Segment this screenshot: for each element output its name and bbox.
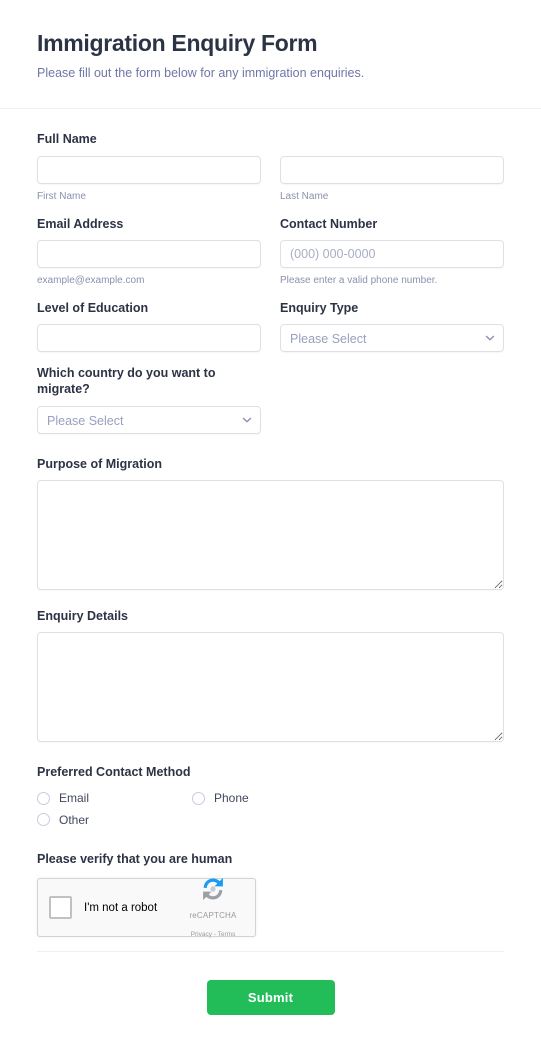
form-footer: Submit xyxy=(37,951,504,1045)
field-level-of-education: Level of Education xyxy=(37,300,261,353)
enquiry-type-select[interactable]: Please Select xyxy=(280,324,504,353)
last-name-input[interactable] xyxy=(280,155,504,184)
recaptcha-privacy-terms[interactable]: Privacy - Terms xyxy=(191,931,236,938)
level-of-education-label: Level of Education xyxy=(37,300,149,315)
field-country: Which country do you want to migrate? Pl… xyxy=(37,365,261,434)
enquiry-details-label: Enquiry Details xyxy=(37,608,128,623)
contact-number-input[interactable] xyxy=(280,239,504,268)
immigration-enquiry-form-page: Immigration Enquiry Form Please fill out… xyxy=(0,0,541,1045)
form-header: Immigration Enquiry Form Please fill out… xyxy=(0,0,541,110)
education-enquiry-row: Level of Education Enquiry Type Please S… xyxy=(37,300,504,365)
form-body: Full Name First Name Last Name Email Add… xyxy=(0,109,541,1045)
field-enquiry-details: Enquiry Details xyxy=(37,608,504,743)
level-of-education-input[interactable] xyxy=(37,324,261,353)
first-name-input[interactable] xyxy=(37,155,261,184)
full-name-label: Full Name xyxy=(37,132,97,147)
enquiry-type-label: Enquiry Type xyxy=(280,300,359,315)
radio-option-phone[interactable]: Phone xyxy=(192,791,347,805)
radio-label: Email xyxy=(59,791,90,806)
field-email-address: Email Address example@example.com xyxy=(37,216,261,287)
full-name-row: First Name Last Name xyxy=(37,155,504,203)
page-subtitle: Please fill out the form below for any i… xyxy=(37,66,365,81)
field-preferred-contact-method: Preferred Contact Method Email Phone Oth… xyxy=(37,764,504,834)
radio-circle-icon xyxy=(37,792,50,805)
field-contact-number: Contact Number Please enter a valid phon… xyxy=(280,216,504,287)
last-name-group: Last Name xyxy=(280,155,504,203)
recaptcha-logo-icon xyxy=(203,877,223,900)
preferred-contact-method-radio-group: Email Phone Other xyxy=(37,791,357,834)
purpose-of-migration-textarea[interactable] xyxy=(37,479,504,590)
last-name-sublabel: Last Name xyxy=(280,190,329,202)
country-select-wrap: Please Select xyxy=(37,405,261,434)
purpose-of-migration-label: Purpose of Migration xyxy=(37,456,162,471)
recaptcha-checkbox-label: I'm not a robot xyxy=(84,901,158,914)
country-select[interactable]: Please Select xyxy=(37,405,261,434)
radio-label: Other xyxy=(59,812,90,827)
first-name-group: First Name xyxy=(37,155,261,203)
captcha-label: Please verify that you are human xyxy=(37,852,233,867)
email-contact-row: Email Address example@example.com Contac… xyxy=(37,216,504,300)
radio-circle-icon xyxy=(192,792,205,805)
first-name-sublabel: First Name xyxy=(37,190,86,202)
recaptcha-widget[interactable]: I'm not a robot reCAPTCHA Privacy - Term… xyxy=(37,877,256,938)
email-address-input[interactable] xyxy=(37,239,261,268)
preferred-contact-method-label: Preferred Contact Method xyxy=(37,765,191,780)
submit-button[interactable]: Submit xyxy=(206,980,335,1016)
page-title: Immigration Enquiry Form xyxy=(37,30,318,56)
radio-circle-icon xyxy=(37,813,50,827)
country-row: Which country do you want to migrate? Pl… xyxy=(37,365,504,447)
email-address-label: Email Address xyxy=(37,216,124,231)
country-label: Which country do you want to migrate? xyxy=(37,366,216,397)
recaptcha-checkbox[interactable] xyxy=(49,896,72,920)
field-purpose-of-migration: Purpose of Migration xyxy=(37,456,504,590)
field-enquiry-type: Enquiry Type Please Select xyxy=(280,300,504,353)
radio-option-other[interactable]: Other xyxy=(37,813,192,827)
radio-label: Phone xyxy=(214,791,249,806)
enquiry-type-select-wrap: Please Select xyxy=(280,324,504,353)
email-address-sublabel: example@example.com xyxy=(37,274,145,286)
field-full-name: Full Name First Name Last Name xyxy=(37,131,504,202)
recaptcha-branding: reCAPTCHA Privacy - Terms xyxy=(182,875,244,941)
contact-number-label: Contact Number xyxy=(280,216,378,231)
field-captcha: Please verify that you are human I'm not… xyxy=(37,851,504,938)
contact-number-sublabel: Please enter a valid phone number. xyxy=(280,274,438,286)
recaptcha-brand-name: reCAPTCHA xyxy=(189,910,237,920)
radio-option-email[interactable]: Email xyxy=(37,791,192,805)
enquiry-details-textarea[interactable] xyxy=(37,632,504,743)
